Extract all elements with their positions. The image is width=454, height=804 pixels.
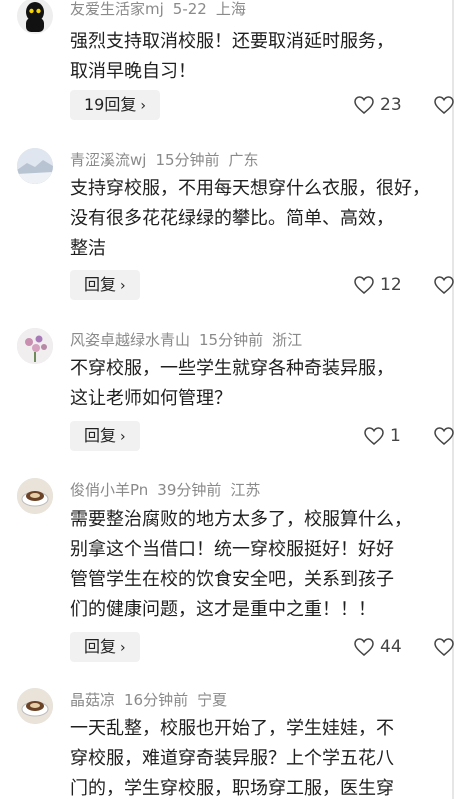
reply-label: 19回复 [84,95,137,114]
dislike-button[interactable] [434,270,454,300]
comment-time: 16分钟前 [124,691,189,709]
heart-outline-icon [434,276,454,294]
comment-time: 15分钟前 [155,151,220,169]
comment-text: 需要整治腐败的地方太多了，校服算什么， 别拿这个当借口！统一穿校服挺好！好好 管… [70,505,454,625]
avatar[interactable] [17,328,53,364]
comment-line: 强烈支持取消校服！还要取消延时服务， [70,31,394,52]
username[interactable]: 俊俏小羊Pn [70,481,148,499]
like-button[interactable]: 44 [354,632,402,662]
comment-line: 穿校服，难道穿奇装异服？上个学五花八 [70,748,394,769]
like-count: 23 [380,95,402,115]
like-count: 1 [390,426,401,446]
avatar[interactable] [17,478,53,514]
avatar[interactable] [17,688,53,724]
username[interactable]: 风姿卓越绿水青山 [70,331,190,349]
comment-line: 别拿这个当借口！统一穿校服挺好！好好 [70,539,394,560]
comment-line: 没有很多花花绿绿的攀比。简单、高效， [70,208,394,229]
comment-location: 江苏 [230,481,261,499]
heart-icon [364,427,384,445]
chevron-right-icon: › [140,98,146,114]
comment-time: 15分钟前 [199,331,264,349]
comment-time: 39分钟前 [157,481,222,499]
reply-button[interactable]: 回复 › [70,632,140,662]
username[interactable]: 友爱生活家mj [70,0,164,18]
like-count: 12 [380,275,402,295]
heart-outline-icon [434,638,454,656]
username[interactable]: 晶菇凉 [70,691,115,709]
dislike-button[interactable] [434,421,454,451]
comment-location: 浙江 [272,331,303,349]
comment-line: 一天乱整，校服也开始了，学生娃娃，不 [70,718,394,739]
heart-outline-icon [434,427,454,445]
comment-location: 广东 [228,151,259,169]
comment-line: 门的，学生穿校服，职场穿工服，医生穿 [70,778,394,799]
comment-line: 整洁 [70,238,106,259]
reply-button[interactable]: 回复 › [70,270,140,300]
chevron-right-icon: › [120,640,126,656]
comment-line: 不穿校服，一些学生就穿各种奇装异服， [70,358,394,379]
comment-line: 这让老师如何管理？ [70,388,232,409]
comment-meta: 晶菇凉 16分钟前 宁夏 [70,689,236,710]
chevron-right-icon: › [120,429,126,445]
comment-line: 需要整治腐败的地方太多了，校服算什么， [70,509,412,530]
reply-button[interactable]: 19回复 › [70,90,160,120]
comment-line: 管管学生在校的饮食安全吧，关系到孩子 [70,569,394,590]
comment-location: 宁夏 [197,691,228,709]
reply-label: 回复 [84,637,117,656]
comment-line: 们的健康问题，这才是重中之重！！！ [70,599,376,620]
username[interactable]: 青涩溪流wj [70,151,146,169]
heart-outline-icon [434,96,454,114]
comment-meta: 俊俏小羊Pn 39分钟前 江苏 [70,479,269,500]
comment-text: 一天乱整，校服也开始了，学生娃娃，不 穿校服，难道穿奇装异服？上个学五花八 门的… [70,714,454,804]
reply-button[interactable]: 回复 › [70,421,140,451]
comment-location: 上海 [215,0,246,18]
comment-text: 强烈支持取消校服！还要取消延时服务， 取消早晚自习！ [70,27,454,87]
heart-icon [354,276,374,294]
comment-line: 支持穿校服，不用每天想穿什么衣服，很好， [70,178,430,199]
comment-meta: 青涩溪流wj 15分钟前 广东 [70,149,268,170]
avatar[interactable] [17,0,53,34]
chevron-right-icon: › [120,278,126,294]
like-count: 44 [380,637,402,657]
avatar[interactable] [17,148,53,184]
heart-icon [354,96,374,114]
heart-icon [354,638,374,656]
like-button[interactable]: 12 [354,270,402,300]
comment-line: 取消早晚自习！ [70,61,196,82]
dislike-button[interactable] [434,632,454,662]
comment-text: 不穿校服，一些学生就穿各种奇装异服， 这让老师如何管理？ [70,354,454,414]
comment-text: 支持穿校服，不用每天想穿什么衣服，很好， 没有很多花花绿绿的攀比。简单、高效， … [70,174,454,264]
dislike-button[interactable] [434,90,454,120]
reply-label: 回复 [84,275,117,294]
comment-meta: 风姿卓越绿水青山 15分钟前 浙江 [70,329,311,350]
like-button[interactable]: 23 [354,90,402,120]
comment-meta: 友爱生活家mj 5-22 上海 [70,0,255,19]
comment-time: 5-22 [172,0,207,18]
like-button[interactable]: 1 [364,421,401,451]
reply-label: 回复 [84,426,117,445]
